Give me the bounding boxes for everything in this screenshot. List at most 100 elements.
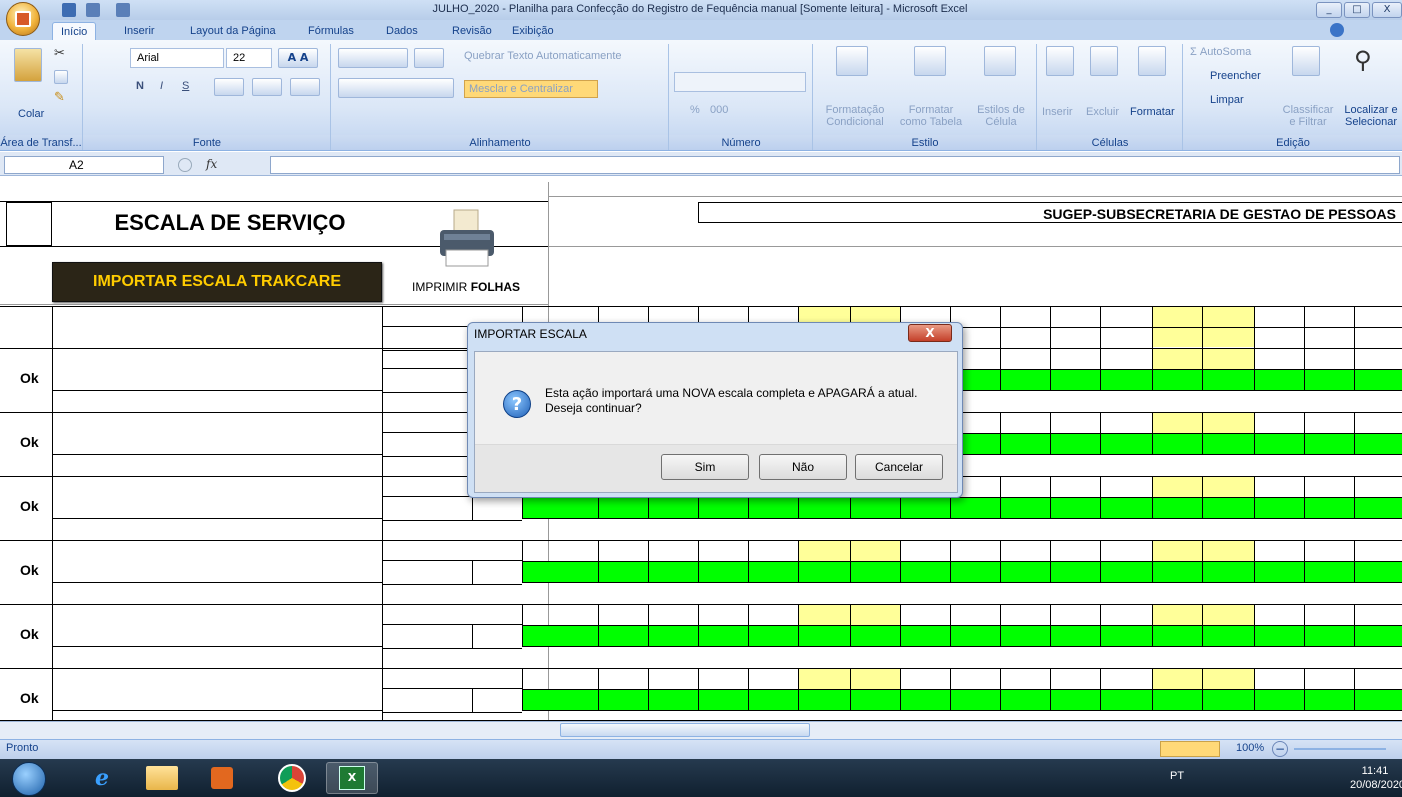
group-separator [82, 44, 83, 150]
help-icon[interactable] [1330, 23, 1344, 37]
close-window-button[interactable]: X [1372, 2, 1402, 18]
binoculars-icon[interactable]: ⚲ [1354, 46, 1384, 76]
zoom-level: 100% [1236, 742, 1265, 754]
autosum-button[interactable]: Σ AutoSoma [1190, 46, 1251, 58]
import-escala-button[interactable]: IMPORTAR ESCALA TRAKCARE [52, 262, 382, 302]
orientation-icon[interactable] [414, 48, 444, 68]
format-painter-icon[interactable]: ✎ [54, 90, 68, 105]
organization-title: SUGEP-SUBSECRETARIA DE GESTAO DE PESSOAS [1043, 206, 1396, 222]
language-indicator[interactable]: PT [1170, 770, 1184, 782]
ie-icon[interactable]: e [76, 762, 128, 794]
insert-cells-icon[interactable] [1046, 46, 1074, 76]
borders-icon[interactable] [214, 78, 244, 96]
import-dialog: IMPORTAR ESCALA X ? Esta ação importará … [467, 322, 963, 498]
paste-icon[interactable] [14, 48, 42, 82]
tab-revisao[interactable]: Revisão [444, 22, 500, 40]
grid-line [548, 196, 1402, 197]
delete-cells-icon[interactable] [1090, 46, 1118, 76]
tab-inserir[interactable]: Inserir [116, 22, 163, 40]
wrap-text-button[interactable]: Quebrar Texto Automaticamente [464, 50, 622, 62]
zoom-out-button[interactable]: − [1272, 741, 1288, 757]
media-player-icon[interactable] [196, 762, 248, 794]
delete-cells-button[interactable]: Excluir [1086, 106, 1119, 118]
cut-icon[interactable]: ✂ [54, 46, 68, 61]
dialog-message: Esta ação importará uma NOVA escala comp… [545, 386, 945, 416]
conditional-format-icon[interactable] [836, 46, 868, 76]
format-cells-button[interactable]: Formatar [1130, 106, 1175, 118]
cell-styles-icon[interactable] [984, 46, 1016, 76]
cell-styles-button[interactable]: Estilos de Célula [970, 104, 1032, 128]
font-size-box[interactable]: 22 [226, 48, 272, 68]
font-color-icon[interactable] [290, 78, 320, 96]
font-name-box[interactable]: Arial [130, 48, 224, 68]
format-cells-icon[interactable] [1138, 46, 1166, 76]
chrome-icon[interactable] [266, 762, 318, 794]
horizontal-align-icons[interactable] [338, 78, 454, 98]
grid-line [698, 222, 1402, 223]
save-icon[interactable] [62, 3, 76, 17]
format-table-icon[interactable] [914, 46, 946, 76]
question-icon: ? [503, 390, 531, 418]
function-icon[interactable]: fx [206, 157, 217, 171]
excel-taskbar-icon[interactable]: X [326, 762, 378, 794]
number-format-box[interactable] [674, 72, 806, 92]
tab-exibicao[interactable]: Exibição [504, 22, 562, 40]
underline-button[interactable]: S [182, 80, 189, 92]
bold-button[interactable]: N [136, 80, 144, 92]
maximize-button[interactable]: □ [1344, 2, 1370, 18]
conditional-format-button[interactable]: Formatação Condicional [818, 104, 892, 128]
tab-dados[interactable]: Dados [378, 22, 426, 40]
grow-font-icon[interactable]: A A [278, 48, 318, 68]
name-box[interactable]: A2 [4, 156, 164, 174]
chrome-shape [278, 764, 306, 792]
dialog-close-button[interactable]: X [908, 324, 952, 342]
clock[interactable]: 11:41 20/08/2020 [1350, 764, 1402, 792]
formula-input[interactable] [270, 156, 1400, 174]
tab-formulas[interactable]: Fórmulas [300, 22, 362, 40]
insert-cells-button[interactable]: Inserir [1042, 106, 1073, 118]
grid-line [698, 202, 699, 222]
dialog-body: ? Esta ação importará uma NOVA escala co… [474, 351, 958, 493]
vertical-align-icons[interactable] [338, 48, 408, 68]
window-title: JULHO_2020 - Planilha para Confecção do … [432, 3, 968, 15]
minimize-button[interactable]: _ [1316, 2, 1342, 18]
scrollbar-thumb[interactable] [560, 723, 810, 737]
thousands-button[interactable]: 000 [710, 104, 728, 116]
cell-a2[interactable] [6, 202, 52, 246]
find-select-button[interactable]: Localizar e Selecionar [1340, 104, 1402, 128]
dialog-message-line-1: Esta ação importará uma NOVA escala comp… [545, 386, 918, 400]
merge-center-button[interactable]: Mesclar e Centralizar [464, 80, 598, 98]
printer-icon[interactable] [436, 206, 498, 272]
cancel-button[interactable]: Cancelar [855, 454, 943, 480]
no-button[interactable]: Não [759, 454, 847, 480]
percent-button[interactable]: % [690, 104, 700, 116]
clear-button[interactable]: Limpar [1210, 94, 1244, 106]
font-group-label: Fonte [192, 137, 222, 149]
undo-icon[interactable] [86, 3, 100, 17]
sort-filter-button[interactable]: Classificar e Filtrar [1282, 104, 1334, 128]
office-button[interactable] [6, 2, 40, 36]
paste-button[interactable]: Colar [18, 108, 44, 120]
zoom-slider[interactable] [1294, 748, 1386, 750]
media-shape [211, 767, 233, 789]
copy-icon[interactable] [54, 70, 68, 84]
print-label: IMPRIMIR FOLHAS [412, 280, 542, 294]
tab-inicio[interactable]: Início [52, 22, 97, 40]
sort-filter-icon[interactable] [1292, 46, 1320, 76]
grid-line [0, 304, 548, 305]
cancel-entry-icon[interactable] [178, 158, 192, 172]
fill-button[interactable]: Preencher [1210, 70, 1261, 82]
folder-shape [146, 766, 178, 790]
dialog-title: IMPORTAR ESCALA [474, 327, 587, 341]
yes-button[interactable]: Sim [661, 454, 749, 480]
group-separator [1182, 44, 1183, 150]
start-button[interactable] [12, 762, 46, 796]
format-table-button[interactable]: Formatar como Tabela [896, 104, 966, 128]
cells-group-label: Células [1091, 137, 1129, 149]
italic-button[interactable]: I [160, 80, 163, 92]
explorer-icon[interactable] [136, 762, 188, 794]
tab-layout[interactable]: Layout da Página [182, 22, 284, 40]
view-buttons[interactable] [1160, 741, 1220, 757]
fill-color-icon[interactable] [252, 78, 282, 96]
redo-icon[interactable] [116, 3, 130, 17]
